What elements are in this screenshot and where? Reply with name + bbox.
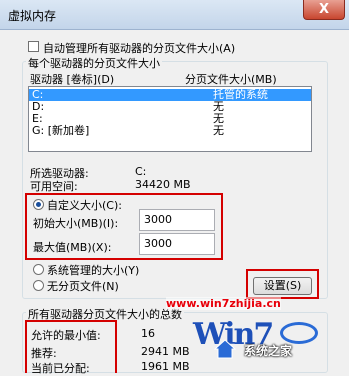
no-paging-radio[interactable] xyxy=(33,280,44,291)
max-size-label: 最大值(MB)(X): xyxy=(33,241,112,254)
free-space-label: 可用空间: xyxy=(30,180,78,193)
custom-size-radio[interactable] xyxy=(33,199,44,210)
max-size-input[interactable]: 3000 xyxy=(139,233,215,255)
close-icon: X xyxy=(318,2,330,17)
set-button-label: 设置(S) xyxy=(263,279,302,292)
drive-row-g[interactable]: G: [新加卷] 无 xyxy=(29,125,311,137)
drives-group-title: 每个驱动器的分页文件大小 xyxy=(26,55,162,71)
drive-row-d[interactable]: D: 无 xyxy=(29,101,311,113)
drive-row-c[interactable]: C: 托管的系统 xyxy=(29,89,311,101)
recommended-label: 推荐: xyxy=(31,347,57,360)
close-button[interactable]: X xyxy=(303,0,345,20)
selected-drive-value: C: xyxy=(135,165,147,178)
initial-size-label: 初始大小(MB)(I): xyxy=(33,217,119,230)
drive-name: G: [新加卷] xyxy=(32,124,90,137)
auto-manage-checkbox[interactable] xyxy=(28,41,39,52)
free-space-value: 34420 MB xyxy=(135,178,191,191)
current-allocated-label: 当前已分配: xyxy=(31,362,90,375)
house-icon xyxy=(214,339,236,359)
watermark-url: www.win7zhijia.cn xyxy=(166,297,281,310)
initial-size-input[interactable]: 3000 xyxy=(139,209,215,231)
watermark-site-name: 系统之家 xyxy=(244,344,293,358)
system-managed-radio[interactable] xyxy=(33,264,44,275)
current-allocated-value: 1961 MB xyxy=(141,360,190,373)
drive-paging-size: 无 xyxy=(213,124,224,137)
total-group-title: 所有驱动器分页文件大小的总数 xyxy=(26,306,184,322)
set-button[interactable]: 设置(S) xyxy=(253,277,312,295)
watermark-ring-icon xyxy=(280,322,318,344)
drive-list[interactable]: C: 托管的系统 D: 无 E: 无 G: [新加卷] 无 xyxy=(28,86,312,152)
min-allowed-label: 允许的最小值: xyxy=(31,329,101,342)
title-bar: 虚拟内存 X xyxy=(0,0,349,30)
auto-manage-label: 自动管理所有驱动器的分页文件大小(A) xyxy=(43,42,236,55)
window-title: 虚拟内存 xyxy=(8,9,57,23)
system-managed-label: 系统管理的大小(Y) xyxy=(47,264,140,277)
min-allowed-value: 16 xyxy=(141,327,155,340)
column-header-drive: 驱动器 [卷标](D) xyxy=(30,73,115,86)
recommended-value: 2941 MB xyxy=(141,345,190,358)
no-paging-label: 无分页文件(N) xyxy=(47,280,119,293)
custom-size-label: 自定义大小(C): xyxy=(47,199,122,212)
column-header-size: 分页文件大小(MB) xyxy=(185,73,277,86)
